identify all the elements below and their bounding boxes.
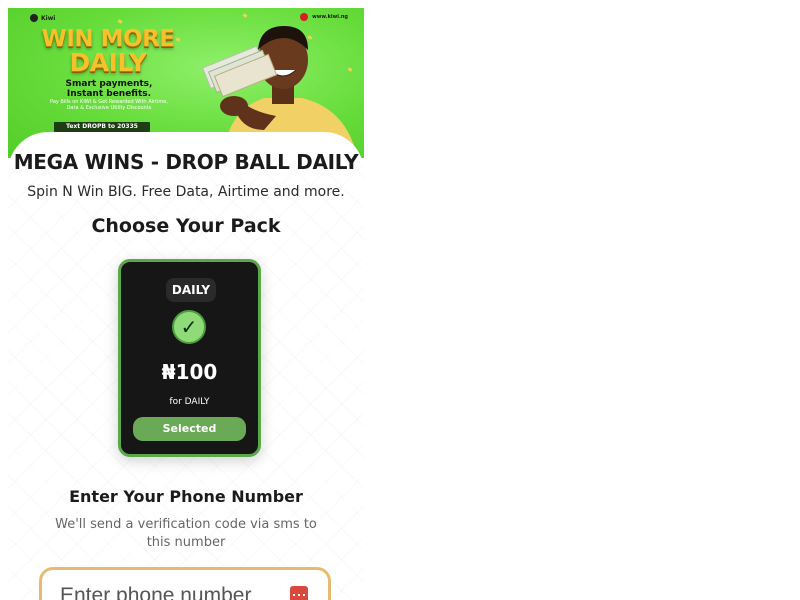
confetti-decoration xyxy=(117,19,123,24)
selected-button[interactable]: Selected xyxy=(133,417,246,441)
promo-banner[interactable]: Kiwi www.kiwi.ng WIN MORE DAILY Smart pa… xyxy=(8,8,364,158)
banner-subhead: Smart payments, Instant benefits. xyxy=(65,79,153,99)
banner-cta: Text DROPB to 20335 xyxy=(54,122,150,132)
banner-headline-line2: DAILY xyxy=(69,48,147,77)
page-subtitle: Spin N Win BIG. Free Data, Airtime and m… xyxy=(27,184,345,200)
pack-heading: Choose Your Pack xyxy=(91,215,281,237)
phone-keypad-icon[interactable] xyxy=(290,586,308,600)
phone-description: We'll send a verification code via sms t… xyxy=(55,517,317,550)
phone-number-input[interactable] xyxy=(58,580,282,600)
pack-price: ₦100 xyxy=(161,360,218,384)
pack-period: for DAILY xyxy=(169,397,210,407)
page-container: Kiwi www.kiwi.ng WIN MORE DAILY Smart pa… xyxy=(8,8,364,600)
kiwi-logo-icon xyxy=(30,14,38,22)
banner-small-text: Pay Bills on KIWI & Get Rewarded With Ai… xyxy=(50,99,168,111)
banner-logo: Kiwi xyxy=(30,14,55,22)
pack-card-daily[interactable]: DAILY ✓ ₦100 for DAILY Selected xyxy=(118,259,261,457)
pack-tag: DAILY xyxy=(166,278,216,302)
phone-heading: Enter Your Phone Number xyxy=(69,487,303,506)
page-title: MEGA WINS - DROP BALL DAILY xyxy=(13,150,359,174)
banner-headline: WIN MORE DAILY xyxy=(34,28,182,77)
banner-logo-text: Kiwi xyxy=(41,14,56,22)
phone-number-field[interactable] xyxy=(39,567,331,600)
man-holding-cash-image xyxy=(201,26,356,152)
check-circle-icon: ✓ xyxy=(172,310,206,344)
check-mark: ✓ xyxy=(180,315,198,339)
